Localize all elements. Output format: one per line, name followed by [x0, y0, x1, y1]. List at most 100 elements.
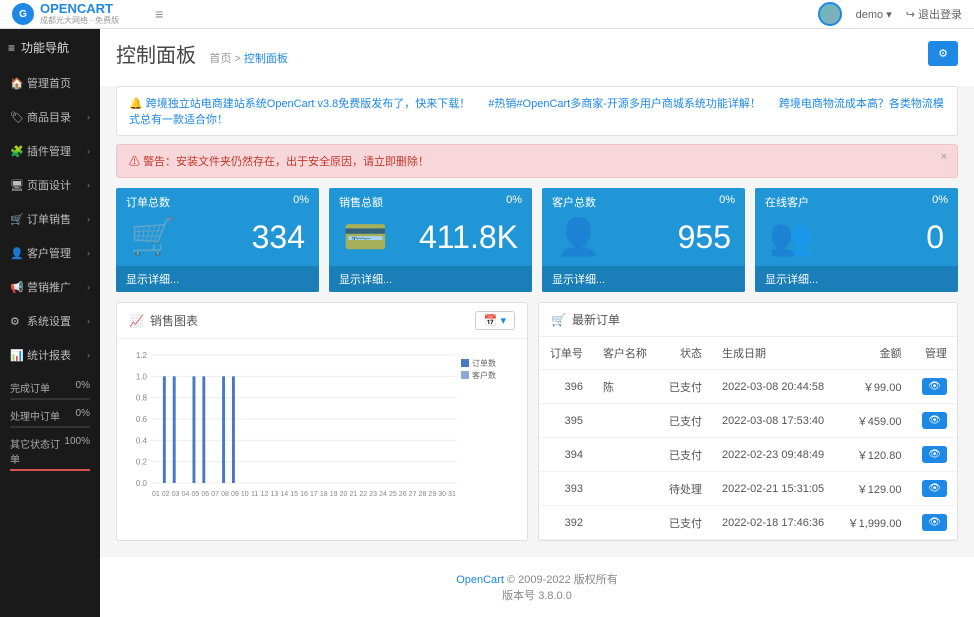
svg-text:28: 28: [419, 491, 427, 498]
svg-text:27: 27: [409, 491, 417, 498]
view-button[interactable]: 👁: [922, 412, 947, 429]
stat-tile-2: 客户总数0% 👤955 显示详细...: [542, 188, 745, 292]
footer: OpenCart © 2009-2022 版权所有 版本号 3.8.0.0: [100, 557, 974, 617]
svg-text:31: 31: [448, 491, 456, 498]
svg-text:21: 21: [349, 491, 357, 498]
sidebar-item-2[interactable]: 🧩插件管理›: [0, 134, 100, 168]
logo-sub: 成都光大网络 · 免费版: [40, 15, 119, 26]
chevron-right-icon: ›: [87, 282, 90, 292]
svg-text:04: 04: [182, 491, 190, 498]
view-button[interactable]: 👁: [922, 480, 947, 497]
tile-more-link[interactable]: 显示详细...: [755, 266, 958, 292]
stat-tile-0: 订单总数0% 🛒334 显示详细...: [116, 188, 319, 292]
svg-text:10: 10: [241, 491, 249, 498]
tile-more-link[interactable]: 显示详细...: [116, 266, 319, 292]
sidebar-item-5[interactable]: 👤客户管理›: [0, 236, 100, 270]
breadcrumb-current[interactable]: 控制面板: [244, 53, 288, 65]
svg-text:01: 01: [152, 491, 160, 498]
svg-text:1.0: 1.0: [136, 372, 148, 381]
orders-panel: 🛒 最新订单 订单号 客户名称 状态 生成日期 金额 管理 396陈 已支付20…: [538, 302, 958, 541]
close-icon[interactable]: ×: [941, 151, 947, 163]
view-button[interactable]: 👁: [922, 514, 947, 531]
logout-link[interactable]: ↪ 退出登录: [906, 6, 962, 22]
progress-block: 完成订单0%处理中订单0%其它状态订单100%: [0, 372, 100, 487]
table-row: 394 已支付2022-02-23 09:48:49 ￥120.80 👁: [539, 438, 957, 472]
top-header: G OPENCART 成都光大网络 · 免费版 ≡ demo ▾ ↪ 退出登录: [0, 0, 974, 29]
calendar-button[interactable]: 📅 ▾: [475, 311, 515, 330]
svg-text:1.2: 1.2: [136, 351, 148, 360]
footer-link[interactable]: OpenCart: [456, 574, 504, 586]
svg-text:16: 16: [300, 491, 308, 498]
tile-icon: 👤: [556, 216, 601, 258]
sidebar-item-0[interactable]: 🏠管理首页: [0, 66, 100, 100]
svg-text:客户数: 客户数: [472, 370, 496, 380]
svg-text:0.0: 0.0: [136, 479, 148, 488]
avatar[interactable]: [818, 2, 842, 26]
svg-text:03: 03: [172, 491, 180, 498]
chevron-right-icon: ›: [87, 350, 90, 360]
svg-text:20: 20: [340, 491, 348, 498]
table-row: 395 已支付2022-03-08 17:53:40 ￥459.00 👁: [539, 404, 957, 438]
chevron-right-icon: ›: [87, 112, 90, 122]
svg-text:07: 07: [211, 491, 219, 498]
table-row: 396陈 已支付2022-03-08 20:44:58 ￥99.00 👁: [539, 370, 957, 404]
nav-icon: 🏠: [10, 77, 22, 90]
bell-icon: 🔔: [129, 98, 143, 110]
menu-toggle-icon[interactable]: ≡: [155, 6, 163, 22]
tile-icon: 👥: [769, 216, 814, 258]
view-button[interactable]: 👁: [922, 446, 947, 463]
header-right: demo ▾ ↪ 退出登录: [818, 2, 962, 26]
svg-text:24: 24: [379, 491, 387, 498]
settings-button[interactable]: ⚙: [928, 41, 958, 66]
main: 控制面板 首页 > 控制面板 ⚙ 🔔 跨境独立站电商建站系统OpenCart v…: [100, 29, 974, 617]
sidebar: ≡ 功能导航 🏠管理首页🏷商品目录›🧩插件管理›🖥页面设计›🛒订单销售›👤客户管…: [0, 29, 100, 617]
svg-text:08: 08: [221, 491, 229, 498]
chart-panel: 📈 销售图表 📅 ▾ 0.00.20.40.60.81.01.201020304…: [116, 302, 528, 541]
sidebar-item-1[interactable]: 🏷商品目录›: [0, 100, 100, 134]
orders-table: 订单号 客户名称 状态 生成日期 金额 管理 396陈 已支付2022-03-0…: [539, 337, 957, 540]
svg-text:0.6: 0.6: [136, 415, 148, 424]
nav-icon: 📊: [10, 349, 22, 362]
logo-text: OPENCART: [40, 2, 119, 15]
notice-box: 🔔 跨境独立站电商建站系统OpenCart v3.8免费版发布了，快来下载！ #热…: [116, 86, 958, 136]
svg-text:30: 30: [438, 491, 446, 498]
nav-icon: 🛒: [10, 213, 22, 226]
svg-text:25: 25: [389, 491, 397, 498]
page-head: 控制面板 首页 > 控制面板 ⚙: [100, 29, 974, 78]
nav-icon: 🧩: [10, 145, 22, 158]
svg-text:0.4: 0.4: [136, 436, 148, 445]
svg-text:0.2: 0.2: [136, 458, 148, 467]
sidebar-item-4[interactable]: 🛒订单销售›: [0, 202, 100, 236]
nav-icon: 🏷: [10, 111, 22, 124]
sidebar-item-3[interactable]: 🖥页面设计›: [0, 168, 100, 202]
svg-text:22: 22: [359, 491, 367, 498]
stat-tile-1: 销售总额0% 💳411.8K 显示详细...: [329, 188, 532, 292]
nav-icon: 🖥: [10, 179, 22, 192]
nav-header: ≡ 功能导航: [0, 29, 100, 66]
notice-link[interactable]: 跨境独立站电商建站系统OpenCart v3.8免费版发布了，快来下载！: [146, 98, 471, 110]
svg-text:订单数: 订单数: [472, 358, 496, 368]
tile-more-link[interactable]: 显示详细...: [329, 266, 532, 292]
tile-more-link[interactable]: 显示详细...: [542, 266, 745, 292]
notice-link[interactable]: #热销#OpenCart多商家-开源多用户商城系统功能详解！: [488, 98, 761, 110]
nav-icon: 📢: [10, 281, 22, 294]
sidebar-item-6[interactable]: 📢营销推广›: [0, 270, 100, 304]
svg-text:12: 12: [261, 491, 269, 498]
view-button[interactable]: 👁: [922, 378, 947, 395]
table-row: 393 待处理2022-02-21 15:31:05 ￥129.00 👁: [539, 472, 957, 506]
chevron-right-icon: ›: [87, 316, 90, 326]
svg-text:02: 02: [162, 491, 170, 498]
chevron-right-icon: ›: [87, 180, 90, 190]
svg-text:11: 11: [251, 491, 258, 498]
chevron-right-icon: ›: [87, 214, 90, 224]
stat-tile-3: 在线客户0% 👥0 显示详细...: [755, 188, 958, 292]
svg-text:19: 19: [330, 491, 338, 498]
svg-text:26: 26: [399, 491, 407, 498]
svg-text:06: 06: [201, 491, 209, 498]
sidebar-item-8[interactable]: 📊统计报表›: [0, 338, 100, 372]
user-name[interactable]: demo ▾: [856, 8, 892, 21]
svg-text:23: 23: [369, 491, 377, 498]
tile-icon: 🛒: [130, 216, 175, 258]
svg-text:15: 15: [290, 491, 298, 498]
sidebar-item-7[interactable]: ⚙系统设置›: [0, 304, 100, 338]
